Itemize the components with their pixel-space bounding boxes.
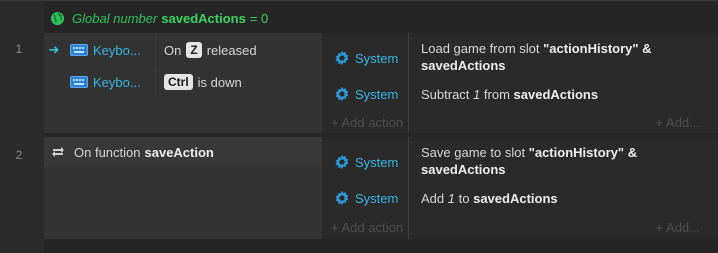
key-badge: Ctrl [164,74,193,90]
event-block[interactable]: On function saveAction System Save game … [44,137,718,239]
event-block[interactable]: ➜ Keybo... On Z released Keybo... Ctrl i… [44,33,718,133]
action-text-mid: to [458,191,470,206]
action-text-mid: from [483,87,510,102]
gear-icon [335,190,349,206]
condition-suffix: is down [197,74,242,90]
row-gutter [0,1,44,253]
condition-object[interactable]: Keybo... [93,75,149,90]
keyboard-icon [70,76,88,88]
gear-icon [335,86,349,102]
event-sheet: Global number savedActions = 0 1 ➜ Keybo… [0,0,718,253]
condition-row[interactable]: Keybo... Ctrl is down [44,67,322,97]
action-text-prefix: Load game from slot [421,41,540,56]
action-object-name: System [355,190,399,206]
function-row[interactable]: On function saveAction [44,137,322,167]
function-name: saveAction [144,144,214,160]
gear-icon [335,50,349,66]
action-object-name: System [355,86,399,102]
action-text[interactable]: Load game from slot "actionHistory" & sa… [421,40,711,74]
add-more-button[interactable]: + Add... [656,115,700,130]
action-text[interactable]: Subtract 1 from savedActions [421,86,711,103]
action-object[interactable]: System [322,143,408,181]
add-action-button[interactable]: + Add action [331,115,403,130]
global-var-value: = 0 [249,10,269,26]
divider [155,67,156,97]
action-text-prefix: Subtract [421,87,470,102]
repeat-icon [52,147,64,157]
key-badge: Z [186,42,202,58]
event-number: 2 [15,148,23,162]
global-variable[interactable]: Global number savedActions = 0 [44,7,268,29]
action-row[interactable]: System Load game from slot "actionHistor… [322,39,718,77]
keyboard-icon [70,44,88,56]
condition-suffix: released [206,42,257,58]
action-text-number: 1 [473,87,481,102]
event-number: 1 [15,42,23,56]
action-object-name: System [355,154,399,170]
global-var-prefix: Global number [72,10,158,26]
conditions-pane[interactable]: On function saveAction [44,137,322,239]
condition-row[interactable]: ➜ Keybo... On Z released [44,35,322,65]
gear-icon [335,154,349,170]
action-text-number: 1 [447,191,455,206]
action-text-prefix: Add [421,191,445,206]
action-row[interactable]: System Save game to slot "actionHistory"… [322,143,718,181]
condition-prefix: On [164,42,182,58]
condition-object[interactable]: Keybo... [93,43,149,58]
action-object-name: System [355,50,399,66]
action-text[interactable]: Save game to slot "actionHistory" & save… [421,144,711,178]
action-text-var: savedActions [513,87,599,102]
condition-text[interactable]: On Z released [164,42,257,58]
action-object[interactable]: System [322,83,408,105]
action-text-var: savedActions [473,191,558,206]
actions-pane[interactable]: System Save game to slot "actionHistory"… [322,137,718,239]
trigger-arrow-icon: ➜ [48,42,60,57]
conditions-pane[interactable]: ➜ Keybo... On Z released Keybo... Ctrl i… [44,33,322,133]
global-var-name: savedActions [161,10,246,26]
action-object[interactable]: System [322,39,408,77]
function-label: On function [74,144,141,160]
actions-pane[interactable]: System Load game from slot "actionHistor… [322,33,718,133]
action-object[interactable]: System [322,187,408,209]
add-action-button[interactable]: + Add action [331,220,403,235]
divider [155,35,156,65]
condition-text[interactable]: Ctrl is down [164,74,242,90]
action-text[interactable]: Add 1 to savedActions [421,190,711,207]
action-row[interactable]: System Add 1 to savedActions [322,187,718,209]
action-text-prefix: Save game to slot [421,145,526,160]
add-more-button[interactable]: + Add... [656,220,700,235]
action-row[interactable]: System Subtract 1 from savedActions [322,83,718,105]
globe-icon [50,11,65,25]
